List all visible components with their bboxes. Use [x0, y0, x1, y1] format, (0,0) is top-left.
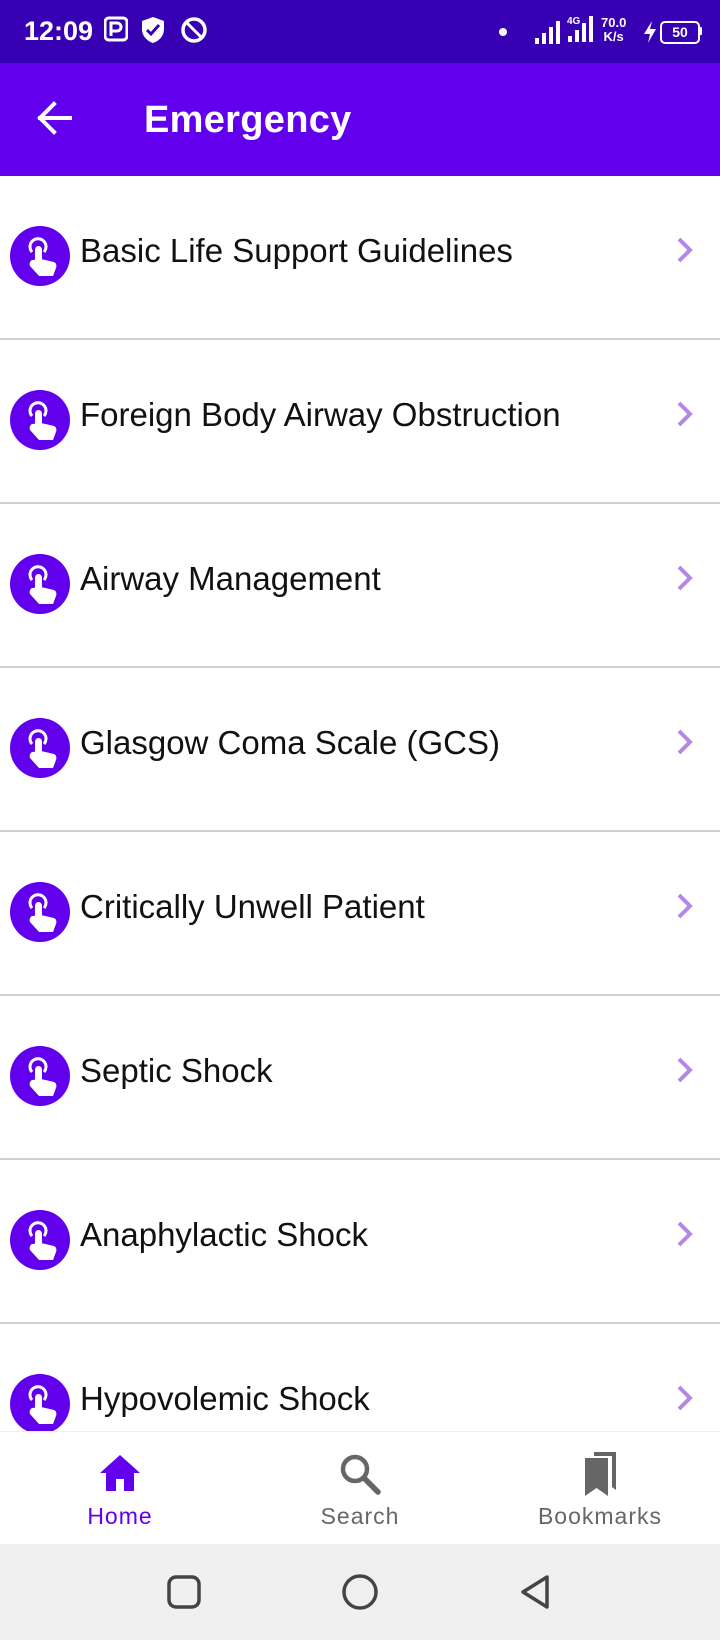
chevron-right-icon: [677, 729, 693, 755]
list-item-label: Critically Unwell Patient: [80, 888, 425, 925]
list-item-label: Glasgow Coma Scale (GCS): [80, 724, 500, 761]
status-time: 12:09: [24, 16, 94, 46]
notification-p-icon: [104, 16, 128, 42]
touch-tap-icon: [10, 882, 70, 942]
app-bar: Emergency: [0, 63, 720, 176]
back-triangle-icon[interactable]: [516, 1572, 556, 1612]
data-saver-icon: [181, 17, 207, 43]
battery-cap: [699, 27, 702, 35]
back-button[interactable]: [30, 93, 80, 143]
arrow-left-icon: [37, 101, 72, 135]
list-item-label: Septic Shock: [80, 1052, 273, 1089]
home-icon: [100, 1455, 140, 1491]
charging-icon: [644, 21, 656, 43]
list-item-label: Airway Management: [80, 560, 381, 597]
list-item[interactable]: Septic Shock: [0, 996, 720, 1160]
touch-tap-icon: [10, 226, 70, 286]
touch-tap-icon: [10, 554, 70, 614]
svg-text:4G: 4G: [567, 16, 581, 27]
touch-tap-icon: [10, 390, 70, 450]
nav-search[interactable]: Search: [240, 1432, 480, 1545]
nav-bookmarks-label: Bookmarks: [537, 1503, 663, 1529]
list-item-label: Foreign Body Airway Obstruction: [80, 396, 561, 433]
system-navigation-bar: [0, 1544, 720, 1640]
home-circle-icon[interactable]: [340, 1572, 380, 1612]
list-item[interactable]: Hypovolemic Shock: [0, 1324, 720, 1431]
chevron-right-icon: [677, 1385, 693, 1411]
chevron-right-icon: [677, 893, 693, 919]
battery-level: 50: [672, 24, 688, 40]
touch-tap-icon: [10, 1374, 70, 1431]
network-speed: 70.0 K/s: [601, 15, 627, 44]
chevron-right-icon: [677, 565, 693, 591]
nav-search-label: Search: [320, 1503, 400, 1529]
touch-tap-icon: [10, 1210, 70, 1270]
page-title: Emergency: [144, 99, 352, 141]
list-item[interactable]: Basic Life Support Guidelines: [0, 176, 720, 340]
emergency-topic-list: Basic Life Support Guidelines Foreign Bo…: [0, 176, 720, 1431]
nav-home[interactable]: Home: [0, 1432, 240, 1545]
battery-icon: 50: [660, 21, 700, 44]
shield-icon: [142, 17, 164, 43]
search-icon: [340, 1454, 381, 1495]
list-item[interactable]: Foreign Body Airway Obstruction: [0, 340, 720, 504]
list-item-label: Hypovolemic Shock: [80, 1380, 370, 1417]
touch-tap-icon: [10, 1046, 70, 1106]
chevron-right-icon: [677, 1221, 693, 1247]
status-bar: 12:09 4G 70.0 K/s 50: [0, 0, 720, 63]
touch-tap-icon: [10, 718, 70, 778]
chevron-right-icon: [677, 401, 693, 427]
list-item[interactable]: Critically Unwell Patient: [0, 832, 720, 996]
chevron-right-icon: [677, 1057, 693, 1083]
chevron-right-icon: [677, 237, 693, 263]
list-item[interactable]: Glasgow Coma Scale (GCS): [0, 668, 720, 832]
recents-square-icon[interactable]: [164, 1572, 204, 1612]
dot-icon: [499, 28, 507, 36]
list-item-label: Basic Life Support Guidelines: [80, 232, 513, 269]
nav-bookmarks[interactable]: Bookmarks: [480, 1432, 720, 1545]
signal-icon: [535, 21, 560, 44]
nav-home-label: Home: [87, 1503, 153, 1529]
bookmarks-icon: [585, 1452, 616, 1496]
signal-4g-icon: 4G: [567, 16, 593, 42]
bottom-navigation: Home Search Bookmarks: [0, 1431, 720, 1545]
list-item[interactable]: Airway Management: [0, 504, 720, 668]
list-item[interactable]: Anaphylactic Shock: [0, 1160, 720, 1324]
list-item-label: Anaphylactic Shock: [80, 1216, 368, 1253]
